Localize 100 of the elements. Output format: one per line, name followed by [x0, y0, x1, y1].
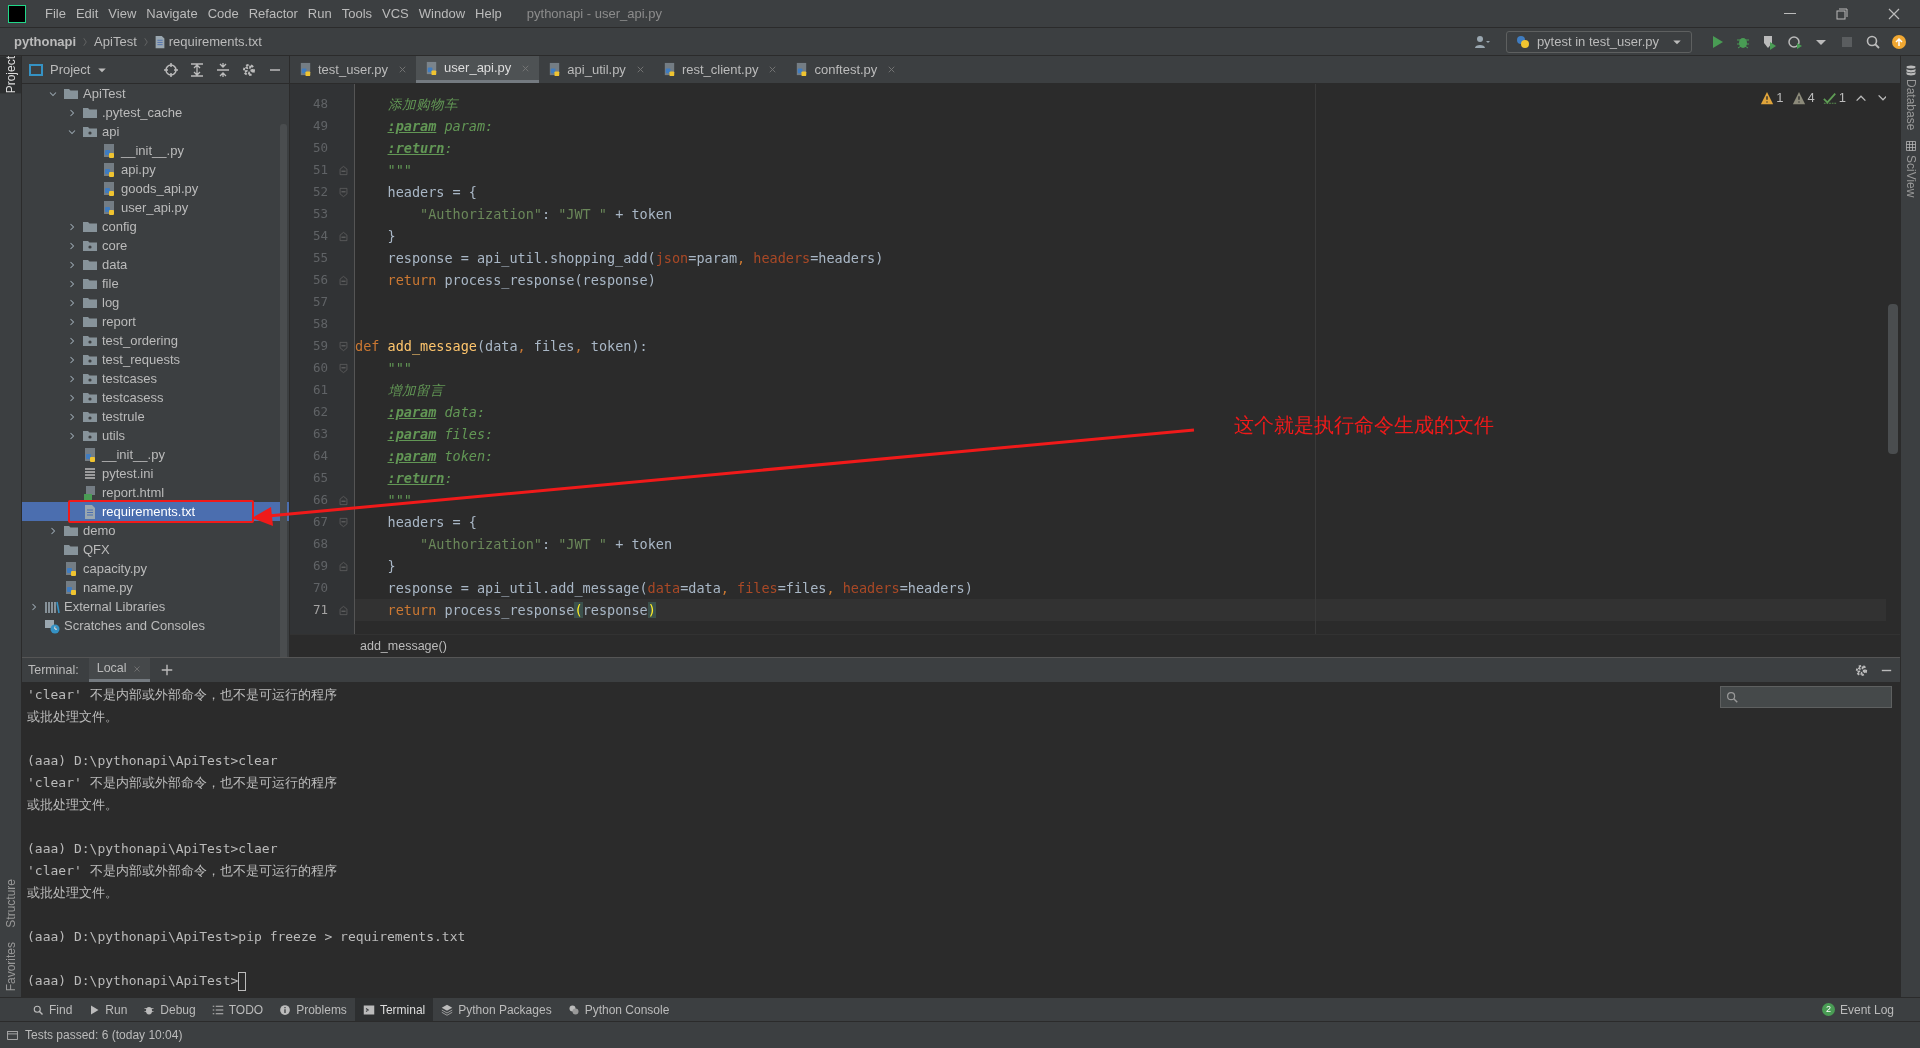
fold-marker-icon[interactable]	[338, 604, 349, 616]
editor-tab[interactable]: rest_client.py	[653, 56, 787, 83]
tree-item[interactable]: demo	[22, 521, 289, 540]
menu-item[interactable]: VCS	[377, 3, 414, 24]
tool-window-tab[interactable]: TODO	[203, 997, 272, 1022]
code-line: :param files:	[386, 424, 494, 444]
fold-marker-icon[interactable]	[338, 186, 349, 198]
tree-item[interactable]: report	[22, 312, 289, 331]
tree-item[interactable]: utils	[22, 426, 289, 445]
tree-item[interactable]: QFX	[22, 540, 289, 559]
tool-window-tab[interactable]: Problems	[271, 997, 355, 1022]
editor-tab[interactable]: conftest.py	[786, 56, 906, 83]
tree-item[interactable]: file	[22, 274, 289, 293]
menu-item[interactable]: Code	[202, 3, 244, 24]
editor-tab[interactable]: api_util.py	[539, 56, 654, 83]
fold-marker-icon[interactable]	[338, 230, 349, 242]
tree-item[interactable]: config	[22, 217, 289, 236]
menu-item[interactable]: Tools	[336, 3, 378, 24]
tree-item[interactable]: .pytest_cache	[22, 103, 289, 122]
tree-item[interactable]: requirements.txt	[22, 502, 289, 521]
window-icon	[6, 1028, 19, 1042]
settings-icon[interactable]	[1854, 662, 1869, 678]
inspection-counter[interactable]: 1	[1760, 88, 1784, 108]
search-icon[interactable]	[1865, 33, 1881, 50]
menu-item[interactable]: View	[103, 3, 142, 24]
breadcrumb-item[interactable]: pythonapi	[12, 31, 79, 52]
tree-item[interactable]: __init__.py	[22, 141, 289, 160]
tree-item[interactable]: test_requests	[22, 350, 289, 369]
menu-item[interactable]: File	[40, 3, 71, 24]
tree-item[interactable]: ApiTest	[22, 84, 289, 103]
tree-item[interactable]: Scratches and Consoles	[22, 616, 289, 635]
editor-tab[interactable]: user_api.py	[416, 56, 540, 83]
code-line: response = api_util.add_message(data=data, files=files, headers=headers)	[386, 578, 973, 599]
add-icon[interactable]	[159, 663, 174, 677]
menu-item[interactable]: Help	[470, 3, 507, 24]
tree-item[interactable]: goods_api.py	[22, 179, 289, 198]
fold-marker-icon[interactable]	[338, 340, 349, 352]
tree-item[interactable]: testrule	[22, 407, 289, 426]
fold-marker-icon[interactable]	[338, 362, 349, 374]
session-tab[interactable]: Local	[88, 658, 150, 682]
menu-item[interactable]: Edit	[70, 3, 104, 24]
settings-icon[interactable]	[241, 61, 257, 78]
tree-item[interactable]: capacity.py	[22, 559, 289, 578]
tool-window-tab[interactable]: Terminal	[354, 997, 434, 1022]
project-view-dropdown[interactable]: Project	[28, 59, 109, 80]
menu-item[interactable]: Window	[413, 3, 471, 24]
tool-window-tab[interactable]: Structure	[0, 878, 21, 928]
tree-item[interactable]: name.py	[22, 578, 289, 597]
warning-icon	[1760, 90, 1775, 105]
breadcrumb-item[interactable]: requirements.txt	[166, 31, 264, 52]
menu-item[interactable]: Navigate	[141, 3, 203, 24]
inspection-counter[interactable]: 1	[1822, 88, 1846, 108]
scrollbar-thumb[interactable]	[280, 124, 287, 657]
tool-window-tab[interactable]: Debug	[135, 997, 204, 1022]
tree-item[interactable]: testcases	[22, 369, 289, 388]
event-log-button[interactable]: 2 Event Log	[1821, 1000, 1894, 1019]
fold-marker-icon[interactable]	[338, 494, 349, 506]
tree-item[interactable]: pytest.ini	[22, 464, 289, 483]
tool-window-tab[interactable]: Favorites	[0, 941, 21, 991]
inspection-counter[interactable]: 4	[1791, 88, 1815, 108]
tool-window-tab[interactable]: Find	[24, 997, 81, 1022]
collapse-all-icon[interactable]	[215, 61, 231, 78]
breadcrumb-item[interactable]: add_message()	[360, 636, 447, 656]
tree-item[interactable]: test_ordering	[22, 331, 289, 350]
tree-item[interactable]: core	[22, 236, 289, 255]
tool-window-tab[interactable]: Run	[80, 997, 136, 1022]
breadcrumb-item[interactable]: ApiTest	[92, 31, 139, 52]
fold-marker-icon[interactable]	[338, 516, 349, 528]
menu-item[interactable]: Refactor	[243, 3, 303, 24]
fold-marker-icon[interactable]	[338, 560, 349, 572]
run-configuration-dropdown[interactable]: pytest in test_user.py	[1505, 30, 1692, 53]
tree-item[interactable]: __init__.py	[22, 445, 289, 464]
expand-all-icon[interactable]	[189, 61, 205, 78]
scrollbar-thumb[interactable]	[1888, 304, 1898, 454]
app-logo-icon	[8, 4, 26, 23]
tree-item[interactable]: data	[22, 255, 289, 274]
terminal-line: (aaa) D:\pythonapi\ApiTest>claer	[27, 840, 278, 859]
tool-window-tab[interactable]: Python Packages	[433, 997, 560, 1022]
fold-marker-icon[interactable]	[338, 164, 349, 176]
tree-item[interactable]: testcasess	[22, 388, 289, 407]
tree-item[interactable]: report.html	[22, 483, 289, 502]
tool-window-tab[interactable]: Project	[0, 56, 21, 94]
tree-item[interactable]: user_api.py	[22, 198, 289, 217]
tree-item[interactable]: api	[22, 122, 289, 141]
tree-item[interactable]: External Libraries	[22, 597, 289, 616]
code-line: }	[386, 556, 396, 576]
search-field[interactable]	[1720, 686, 1892, 708]
coverage-icon[interactable]	[1761, 33, 1777, 50]
tree-item[interactable]: log	[22, 293, 289, 312]
tool-window-tab[interactable]: Database	[1901, 64, 1920, 131]
tool-window-tab[interactable]: Python Console	[559, 997, 678, 1022]
tool-window-tab[interactable]: SciView	[1901, 140, 1920, 198]
tree-item[interactable]: api.py	[22, 160, 289, 179]
profile-icon[interactable]	[1787, 33, 1803, 50]
editor-tab[interactable]: test_user.py	[290, 56, 417, 83]
fold-marker-icon[interactable]	[338, 274, 349, 286]
update-icon[interactable]	[1891, 33, 1907, 50]
python-icon	[567, 1003, 580, 1016]
locate-icon[interactable]	[163, 61, 179, 78]
menu-item[interactable]: Run	[302, 3, 337, 24]
